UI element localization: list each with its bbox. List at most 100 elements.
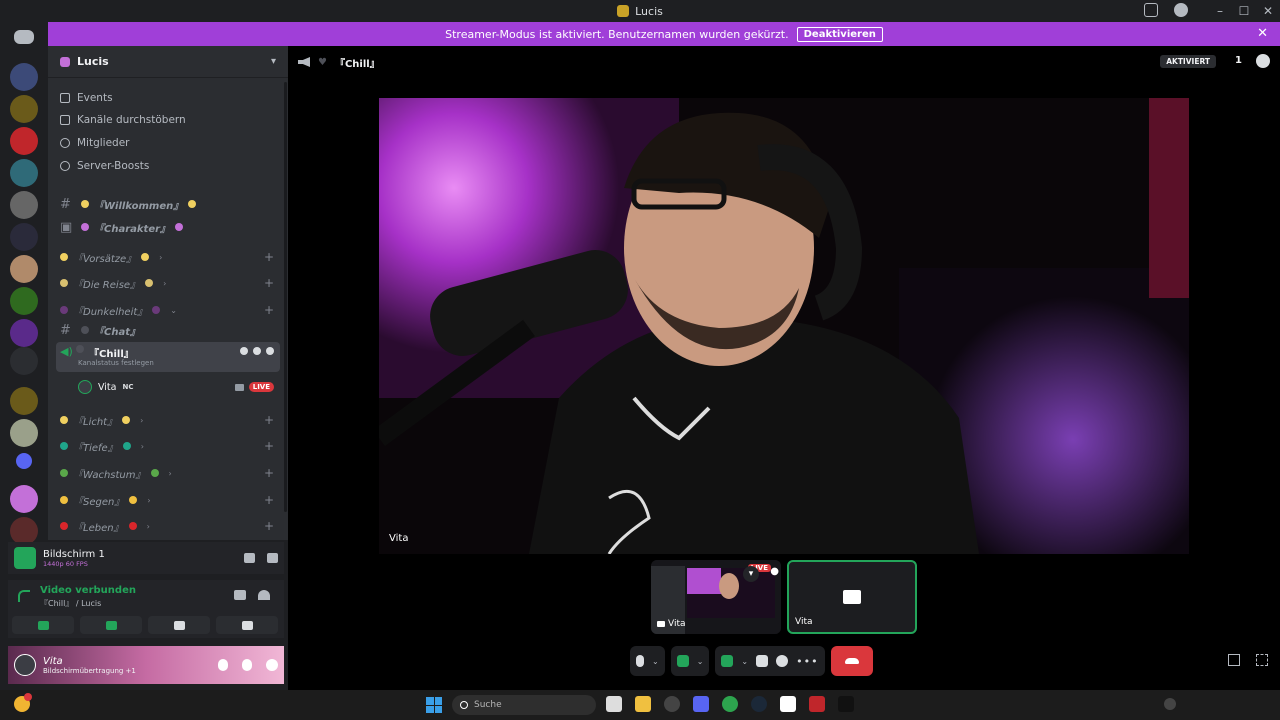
nav-events[interactable]: Events <box>60 92 113 104</box>
server-icon[interactable] <box>10 419 38 447</box>
nav-server-boosts[interactable]: Server-Boosts <box>60 160 149 172</box>
add-channel-icon[interactable]: + <box>264 519 274 533</box>
taskbar-search[interactable]: Suche <box>452 695 596 715</box>
inbox-icon[interactable] <box>1144 3 1158 17</box>
server-icon[interactable] <box>10 63 38 91</box>
add-channel-icon[interactable]: + <box>264 493 274 507</box>
participant-tile-camera[interactable]: Vita <box>787 560 917 634</box>
camera-icon[interactable] <box>676 655 689 667</box>
participant-count[interactable]: 1 <box>1235 55 1242 66</box>
add-channel-icon[interactable]: + <box>264 250 274 264</box>
popout-icon[interactable] <box>1228 654 1240 666</box>
category-vorsaetze[interactable]: 『Vorsätze』 › + <box>56 247 280 267</box>
chat-icon[interactable] <box>1256 54 1270 68</box>
stream-video[interactable]: Vita <box>379 98 1189 554</box>
chevron-down-icon[interactable]: ⌄ <box>652 657 659 666</box>
add-channel-icon[interactable]: + <box>264 439 274 453</box>
category-licht[interactable]: 『Licht』 › + <box>56 410 280 430</box>
camera-button[interactable] <box>12 616 74 634</box>
headphones-icon[interactable] <box>242 659 252 671</box>
soundboard-button[interactable] <box>216 616 278 634</box>
close-window-button[interactable]: ✕ <box>1256 4 1280 18</box>
signal-icon[interactable] <box>18 590 30 602</box>
help-icon[interactable] <box>1174 3 1188 17</box>
screen-share-icon[interactable] <box>721 655 734 667</box>
noise-suppression-icon[interactable] <box>234 590 246 600</box>
invite-icon[interactable] <box>253 347 261 355</box>
sidebar-scrollbar[interactable] <box>284 82 287 512</box>
category-die-reise[interactable]: 『Die Reise』 › + <box>56 273 280 293</box>
banner-close-icon[interactable]: ✕ <box>1257 26 1268 41</box>
channel-charakter[interactable]: ▣ 『Charakter』 <box>56 217 280 237</box>
connection-channel[interactable]: 『Chill』 / Lucis <box>40 598 101 609</box>
nav-browse-channels[interactable]: Kanäle durchstöbern <box>60 114 186 126</box>
discord-home-icon[interactable] <box>14 30 34 44</box>
app-icon[interactable] <box>809 696 825 712</box>
server-icon[interactable] <box>10 127 38 155</box>
category-segen[interactable]: 『Segen』 › + <box>56 490 280 510</box>
server-icon[interactable] <box>10 347 38 375</box>
add-channel-icon[interactable]: + <box>264 303 274 317</box>
server-header[interactable]: Lucis ▾ <box>48 46 288 78</box>
add-channel-icon[interactable]: + <box>264 466 274 480</box>
folder-icon[interactable] <box>16 453 32 469</box>
gear-icon[interactable] <box>266 347 274 355</box>
discord-icon[interactable] <box>693 696 709 712</box>
server-icon[interactable] <box>10 387 38 415</box>
file-explorer-icon[interactable] <box>635 696 651 712</box>
mic-control[interactable]: ⌄ <box>630 646 665 676</box>
channel-willkommen[interactable]: # 『Willkommen』 <box>56 194 280 214</box>
chevron-down-icon[interactable]: ▾ <box>743 566 759 582</box>
disconnect-button[interactable] <box>830 646 873 676</box>
gamepad-icon[interactable] <box>756 655 769 667</box>
category-wachstum[interactable]: 『Wachstum』 › + <box>56 463 280 483</box>
microphone-icon[interactable] <box>218 659 228 671</box>
chevron-down-icon[interactable]: ⌄ <box>697 657 704 666</box>
gear-icon[interactable] <box>266 659 278 671</box>
category-tiefe[interactable]: 『Tiefe』 › + <box>56 436 280 456</box>
participant-tile-stream[interactable]: LIVE ▾ ● Vita <box>651 560 781 634</box>
soundboard-icon[interactable] <box>776 655 789 667</box>
server-icon[interactable] <box>10 159 38 187</box>
server-icon[interactable] <box>10 191 38 219</box>
steam-icon[interactable] <box>751 696 767 712</box>
server-icon[interactable] <box>10 517 38 545</box>
avatar[interactable] <box>14 654 36 676</box>
tray-icon[interactable] <box>1164 698 1176 710</box>
task-view-icon[interactable] <box>606 696 622 712</box>
category-dunkelheit[interactable]: 『Dunkelheit』 ⌄ + <box>56 300 280 320</box>
chat-icon[interactable] <box>240 347 248 355</box>
voice-channel-chill[interactable]: ◀) 『Chill』 Kanalstatus festlegen <box>56 342 280 372</box>
server-icon[interactable] <box>10 485 38 513</box>
stream-settings-icon[interactable] <box>267 553 278 563</box>
openai-icon[interactable] <box>664 696 680 712</box>
stop-stream-icon[interactable] <box>244 553 255 563</box>
fullscreen-icon[interactable] <box>1256 654 1268 666</box>
add-channel-icon[interactable]: + <box>264 276 274 290</box>
tiktok-icon[interactable] <box>838 696 854 712</box>
share-control[interactable]: ⌄ ••• <box>715 646 825 676</box>
chrome-icon[interactable] <box>722 696 738 712</box>
microphone-icon[interactable] <box>636 655 644 667</box>
disconnect-icon[interactable] <box>258 590 270 600</box>
add-channel-icon[interactable]: + <box>264 413 274 427</box>
server-icon[interactable] <box>10 255 38 283</box>
chevron-down-icon[interactable]: ⌄ <box>741 657 748 666</box>
connection-state[interactable]: Video verbunden <box>40 585 136 596</box>
channel-status[interactable]: Kanalstatus festlegen <box>78 359 154 367</box>
more-icon[interactable]: ••• <box>796 655 818 668</box>
chevron-down-icon[interactable]: ▾ <box>271 56 276 67</box>
server-icon[interactable] <box>10 95 38 123</box>
nav-members[interactable]: Mitglieder <box>60 137 130 149</box>
activity-button[interactable] <box>148 616 210 634</box>
windows-start-icon[interactable] <box>426 697 442 713</box>
deactivate-button[interactable]: Deaktivieren <box>796 26 883 42</box>
camera-control[interactable]: ⌄ <box>670 646 710 676</box>
server-icon[interactable] <box>10 319 38 347</box>
status-badge[interactable]: AKTIVIERT <box>1160 55 1216 68</box>
channel-chat[interactable]: # 『Chat』 <box>56 320 280 340</box>
server-icon[interactable] <box>10 223 38 251</box>
document-icon[interactable] <box>780 696 796 712</box>
category-leben[interactable]: 『Leben』 › + <box>56 516 280 536</box>
screen-share-button[interactable] <box>80 616 142 634</box>
